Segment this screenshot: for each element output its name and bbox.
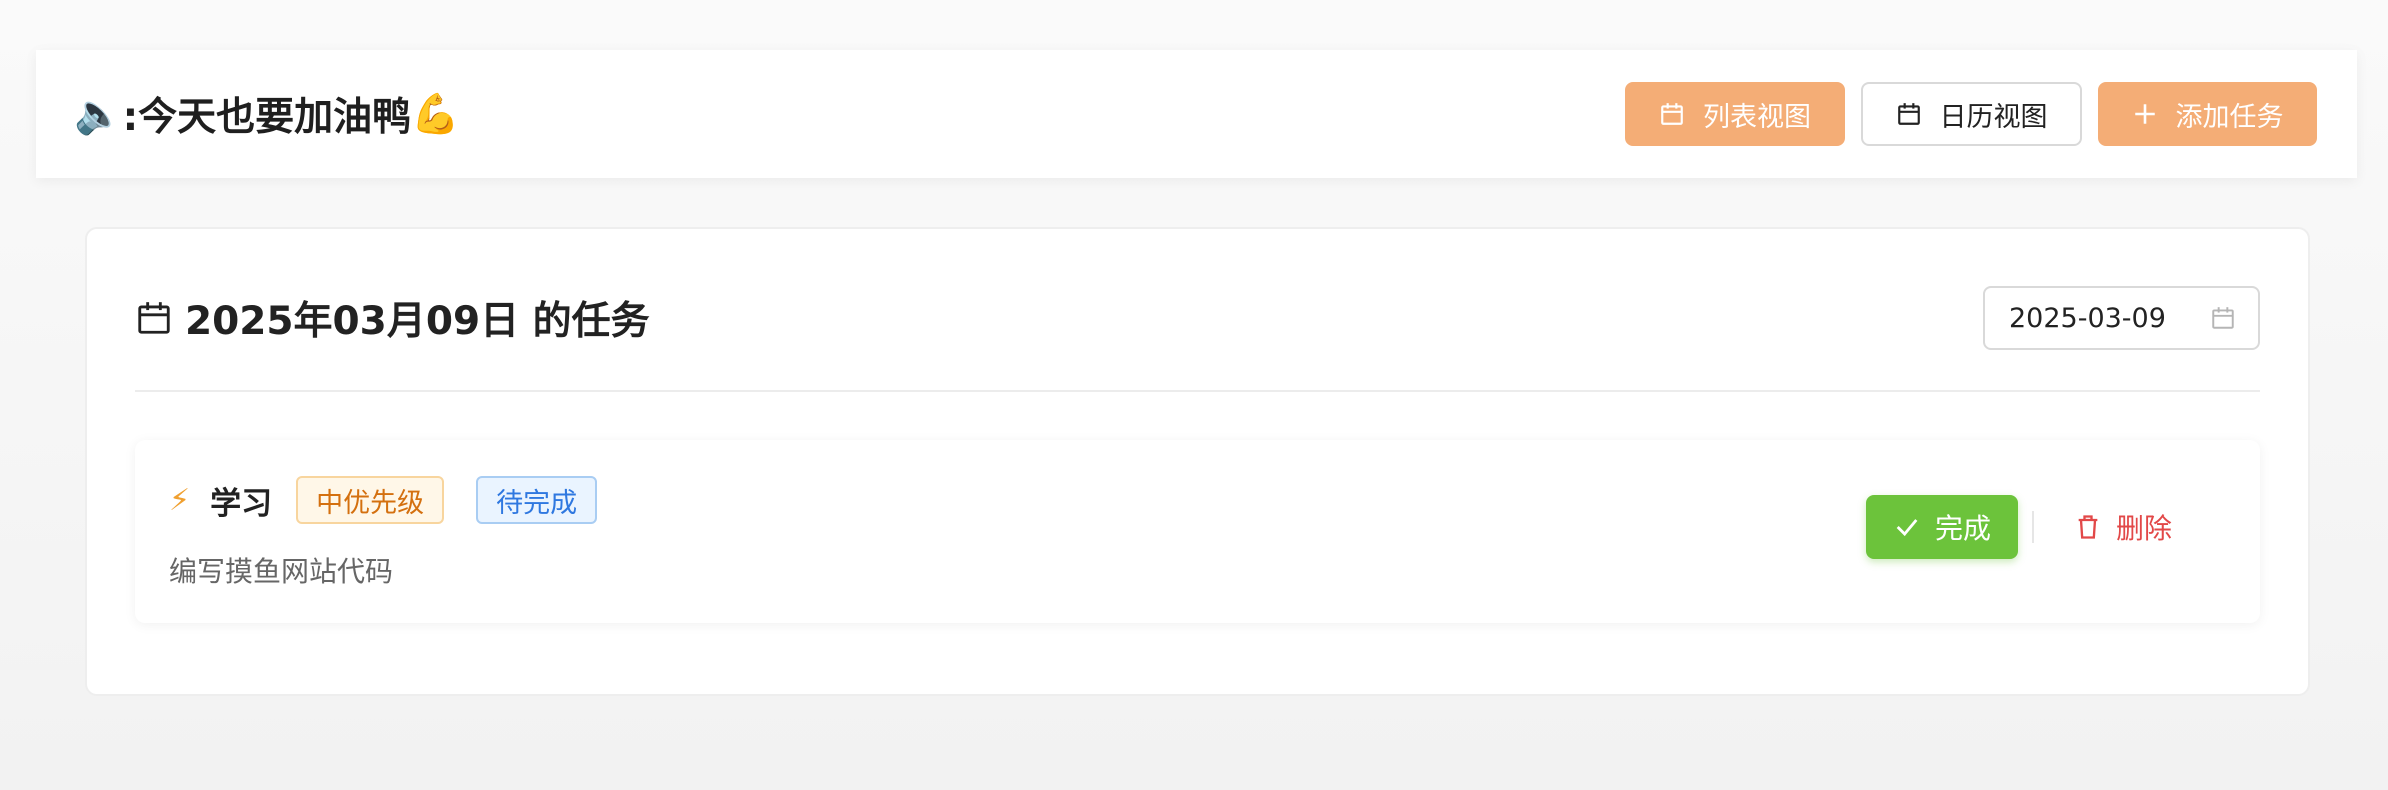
plus-icon — [2134, 104, 2155, 124]
date-value: 2025-03-09 — [2009, 302, 2166, 334]
page-title: 2025年03月09日 的任务 — [135, 290, 650, 346]
complete-button[interactable]: 完成 — [1865, 495, 2018, 559]
speaker-icon: 🔈 — [74, 92, 123, 137]
task-actions: 完成 删除 — [1865, 495, 2190, 559]
add-task-label: 添加任务 — [2175, 101, 2284, 133]
add-task-button[interactable]: 添加任务 — [2098, 82, 2317, 146]
task-item: ⚡ 学习 中优先级 待完成 编写摸鱼网站代码 完成 删除 — [135, 440, 2260, 623]
calendar-icon — [1897, 103, 1920, 125]
date-picker[interactable]: 2025-03-09 — [1983, 286, 2260, 350]
task-header: ⚡ 学习 中优先级 待完成 — [169, 476, 598, 524]
trash-icon — [2078, 515, 2098, 539]
action-separator — [2031, 511, 2034, 543]
calendar-icon — [2212, 307, 2234, 329]
calendar-view-label: 日历视图 — [1939, 101, 2048, 133]
lightning-icon: ⚡ — [169, 482, 191, 518]
task-description: 编写摸鱼网站代码 — [169, 555, 394, 588]
status-badge: 待完成 — [476, 476, 598, 524]
delete-button[interactable]: 删除 — [2062, 507, 2190, 547]
calendar-icon — [138, 302, 170, 334]
app-title-text: :今天也要加油鸭 — [122, 95, 412, 140]
task-title: 学习 — [210, 485, 273, 522]
view-button-group: 列表视图 日历视图 添加任务 — [1625, 82, 2317, 146]
app-title: 🔈 :今天也要加油鸭 💪 — [74, 86, 460, 142]
card-header: 2025年03月09日 的任务 2025-03-09 — [135, 277, 2260, 359]
delete-label: 删除 — [2115, 512, 2172, 545]
task-card: 2025年03月09日 的任务 2025-03-09 ⚡ 学习 中优先级 待完成… — [85, 227, 2310, 696]
complete-label: 完成 — [1934, 512, 1991, 545]
list-view-button[interactable]: 列表视图 — [1625, 82, 1845, 146]
page-title-text: 2025年03月09日 的任务 — [185, 299, 650, 344]
top-header: 🔈 :今天也要加油鸭 💪 列表视图 日历视图 添加任务 — [36, 50, 2357, 178]
priority-badge: 中优先级 — [296, 476, 445, 524]
calendar-view-button[interactable]: 日历视图 — [1861, 82, 2082, 146]
calendar-icon — [1661, 103, 1683, 125]
list-view-label: 列表视图 — [1703, 101, 1811, 133]
muscle-icon: 💪 — [411, 92, 460, 137]
divider — [135, 390, 2260, 392]
check-icon — [1896, 519, 1918, 537]
